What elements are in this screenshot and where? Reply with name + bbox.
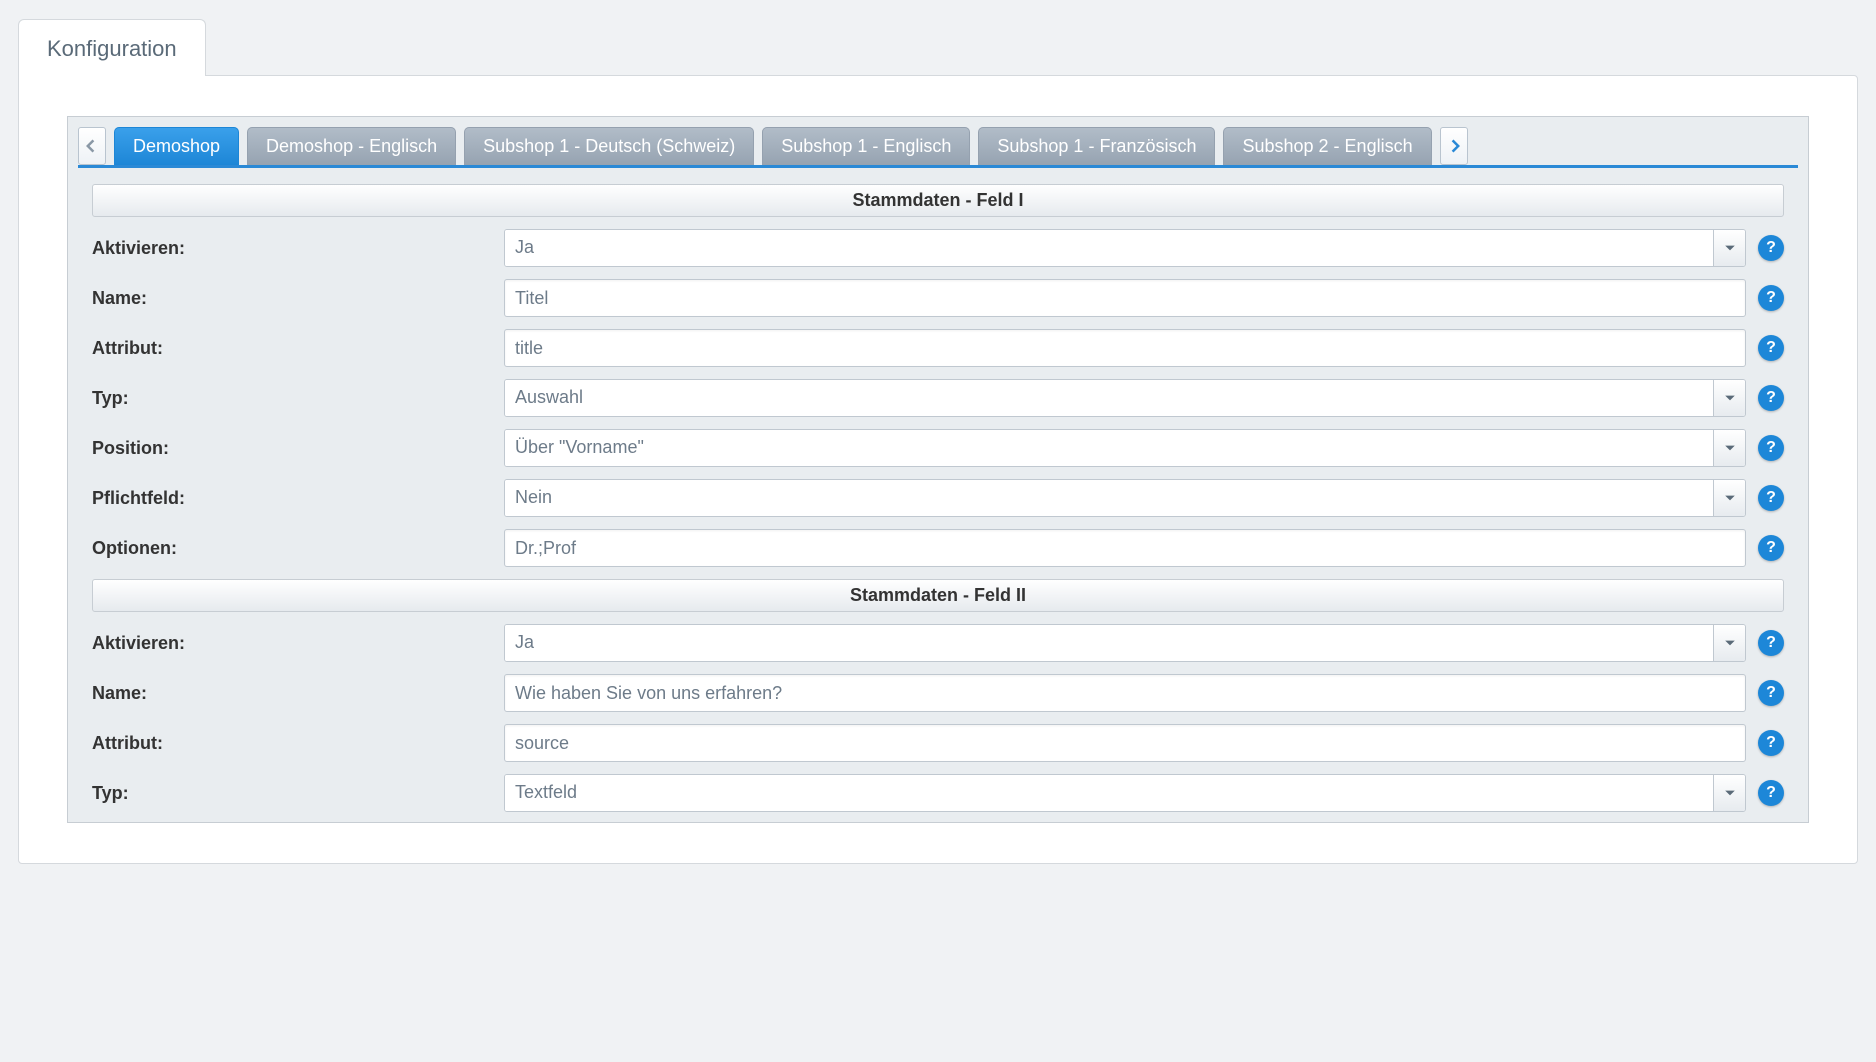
- input-attribut-1[interactable]: [504, 329, 1746, 367]
- inner-frame: Demoshop Demoshop - Englisch Subshop 1 -…: [67, 116, 1809, 823]
- combo-trigger[interactable]: [1713, 230, 1745, 266]
- help-button[interactable]: ?: [1758, 730, 1784, 756]
- chevron-down-icon: [1724, 442, 1736, 454]
- shop-tabs: Demoshop Demoshop - Englisch Subshop 1 -…: [78, 127, 1798, 168]
- label-aktivieren-1: Aktivieren:: [92, 238, 492, 259]
- help-button[interactable]: ?: [1758, 435, 1784, 461]
- input-attribut-2[interactable]: [504, 724, 1746, 762]
- label-aktivieren-2: Aktivieren:: [92, 633, 492, 654]
- combo-value: Auswahl: [505, 380, 1713, 416]
- combo-pflichtfeld-1[interactable]: Nein: [504, 479, 1746, 517]
- shop-tab-demoshop[interactable]: Demoshop: [114, 127, 239, 165]
- label-attribut-2: Attribut:: [92, 733, 492, 754]
- chevron-down-icon: [1724, 787, 1736, 799]
- shop-tab-label: Subshop 1 - Deutsch (Schweiz): [483, 136, 735, 156]
- shop-tab-subshop1-deutsch[interactable]: Subshop 1 - Deutsch (Schweiz): [464, 127, 754, 165]
- shop-tab-demoshop-englisch[interactable]: Demoshop - Englisch: [247, 127, 456, 165]
- help-button[interactable]: ?: [1758, 630, 1784, 656]
- shop-tab-label: Subshop 2 - Englisch: [1242, 136, 1412, 156]
- help-button[interactable]: ?: [1758, 780, 1784, 806]
- combo-position-1[interactable]: Über "Vorname": [504, 429, 1746, 467]
- combo-trigger[interactable]: [1713, 480, 1745, 516]
- arrow-right-icon: [1447, 139, 1461, 153]
- help-button[interactable]: ?: [1758, 235, 1784, 261]
- help-button[interactable]: ?: [1758, 535, 1784, 561]
- label-name-2: Name:: [92, 683, 492, 704]
- combo-aktivieren-2[interactable]: Ja: [504, 624, 1746, 662]
- arrow-left-icon: [85, 139, 99, 153]
- label-attribut-1: Attribut:: [92, 338, 492, 359]
- label-position-1: Position:: [92, 438, 492, 459]
- chevron-down-icon: [1724, 492, 1736, 504]
- outer-tab-konfiguration[interactable]: Konfiguration: [18, 19, 206, 76]
- combo-trigger[interactable]: [1713, 625, 1745, 661]
- help-button[interactable]: ?: [1758, 680, 1784, 706]
- label-typ-2: Typ:: [92, 783, 492, 804]
- combo-trigger[interactable]: [1713, 775, 1745, 811]
- help-button[interactable]: ?: [1758, 385, 1784, 411]
- tabs-scroll-left-button[interactable]: [78, 127, 106, 165]
- shop-tab-subshop2-englisch[interactable]: Subshop 2 - Englisch: [1223, 127, 1431, 165]
- shop-tab-label: Subshop 1 - Englisch: [781, 136, 951, 156]
- help-button[interactable]: ?: [1758, 485, 1784, 511]
- combo-value: Ja: [505, 625, 1713, 661]
- label-pflichtfeld-1: Pflichtfeld:: [92, 488, 492, 509]
- tabs-scroll-right-button[interactable]: [1440, 127, 1468, 165]
- shop-tab-label: Demoshop: [133, 136, 220, 156]
- combo-value: Nein: [505, 480, 1713, 516]
- combo-trigger[interactable]: [1713, 380, 1745, 416]
- config-panel: Demoshop Demoshop - Englisch Subshop 1 -…: [18, 75, 1858, 864]
- shop-tab-label: Subshop 1 - Französisch: [997, 136, 1196, 156]
- outer-tab-label: Konfiguration: [47, 36, 177, 61]
- combo-typ-2[interactable]: Textfeld: [504, 774, 1746, 812]
- shop-tab-subshop1-englisch[interactable]: Subshop 1 - Englisch: [762, 127, 970, 165]
- section-header-feld-2: Stammdaten - Feld II: [92, 579, 1784, 612]
- label-optionen-1: Optionen:: [92, 538, 492, 559]
- label-typ-1: Typ:: [92, 388, 492, 409]
- combo-value: Ja: [505, 230, 1713, 266]
- label-name-1: Name:: [92, 288, 492, 309]
- section-header-feld-1: Stammdaten - Feld I: [92, 184, 1784, 217]
- input-name-2[interactable]: [504, 674, 1746, 712]
- chevron-down-icon: [1724, 637, 1736, 649]
- combo-typ-1[interactable]: Auswahl: [504, 379, 1746, 417]
- input-name-1[interactable]: [504, 279, 1746, 317]
- combo-value: Textfeld: [505, 775, 1713, 811]
- shop-tab-label: Demoshop - Englisch: [266, 136, 437, 156]
- combo-value: Über "Vorname": [505, 430, 1713, 466]
- combo-aktivieren-1[interactable]: Ja: [504, 229, 1746, 267]
- chevron-down-icon: [1724, 392, 1736, 404]
- input-optionen-1[interactable]: [504, 529, 1746, 567]
- help-button[interactable]: ?: [1758, 335, 1784, 361]
- shop-tab-subshop1-franz[interactable]: Subshop 1 - Französisch: [978, 127, 1215, 165]
- help-button[interactable]: ?: [1758, 285, 1784, 311]
- chevron-down-icon: [1724, 242, 1736, 254]
- combo-trigger[interactable]: [1713, 430, 1745, 466]
